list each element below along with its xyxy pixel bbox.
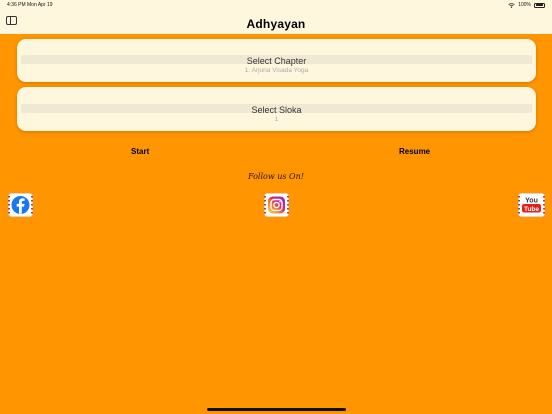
youtube-icon[interactable]: You Tube	[518, 193, 545, 217]
sloka-picker-value: 1	[274, 116, 279, 123]
sloka-picker-label: Select Sloka	[251, 105, 302, 115]
resume-button[interactable]: Resume	[399, 147, 430, 156]
home-indicator[interactable]	[207, 408, 346, 411]
top-bar: 4:36 PM Mon Apr 19 100% Adhyayan	[0, 0, 552, 34]
status-bar: 4:36 PM Mon Apr 19 100%	[0, 0, 552, 10]
follow-us-heading: Follow us On!	[248, 172, 304, 181]
chapter-picker-label: Select Chapter	[246, 56, 307, 66]
chapter-picker-value: 1. Arjuna Visada Yoga	[244, 67, 309, 74]
status-right: 100%	[508, 2, 545, 8]
status-time-date: 4:36 PM Mon Apr 19	[7, 2, 53, 8]
wifi-icon	[508, 2, 515, 8]
facebook-icon[interactable]	[8, 193, 33, 217]
battery-icon	[534, 2, 545, 8]
youtube-icon-tube-text: Tube	[524, 206, 539, 213]
sloka-picker[interactable]: Select Sloka 1	[17, 87, 536, 131]
chapter-picker[interactable]: Select Chapter 1. Arjuna Visada Yoga	[17, 39, 536, 82]
youtube-icon-you-text: You	[525, 198, 538, 205]
start-button[interactable]: Start	[131, 147, 149, 156]
page-title: Adhyayan	[246, 17, 306, 31]
instagram-icon[interactable]	[264, 193, 289, 217]
battery-percent: 100%	[518, 2, 531, 8]
